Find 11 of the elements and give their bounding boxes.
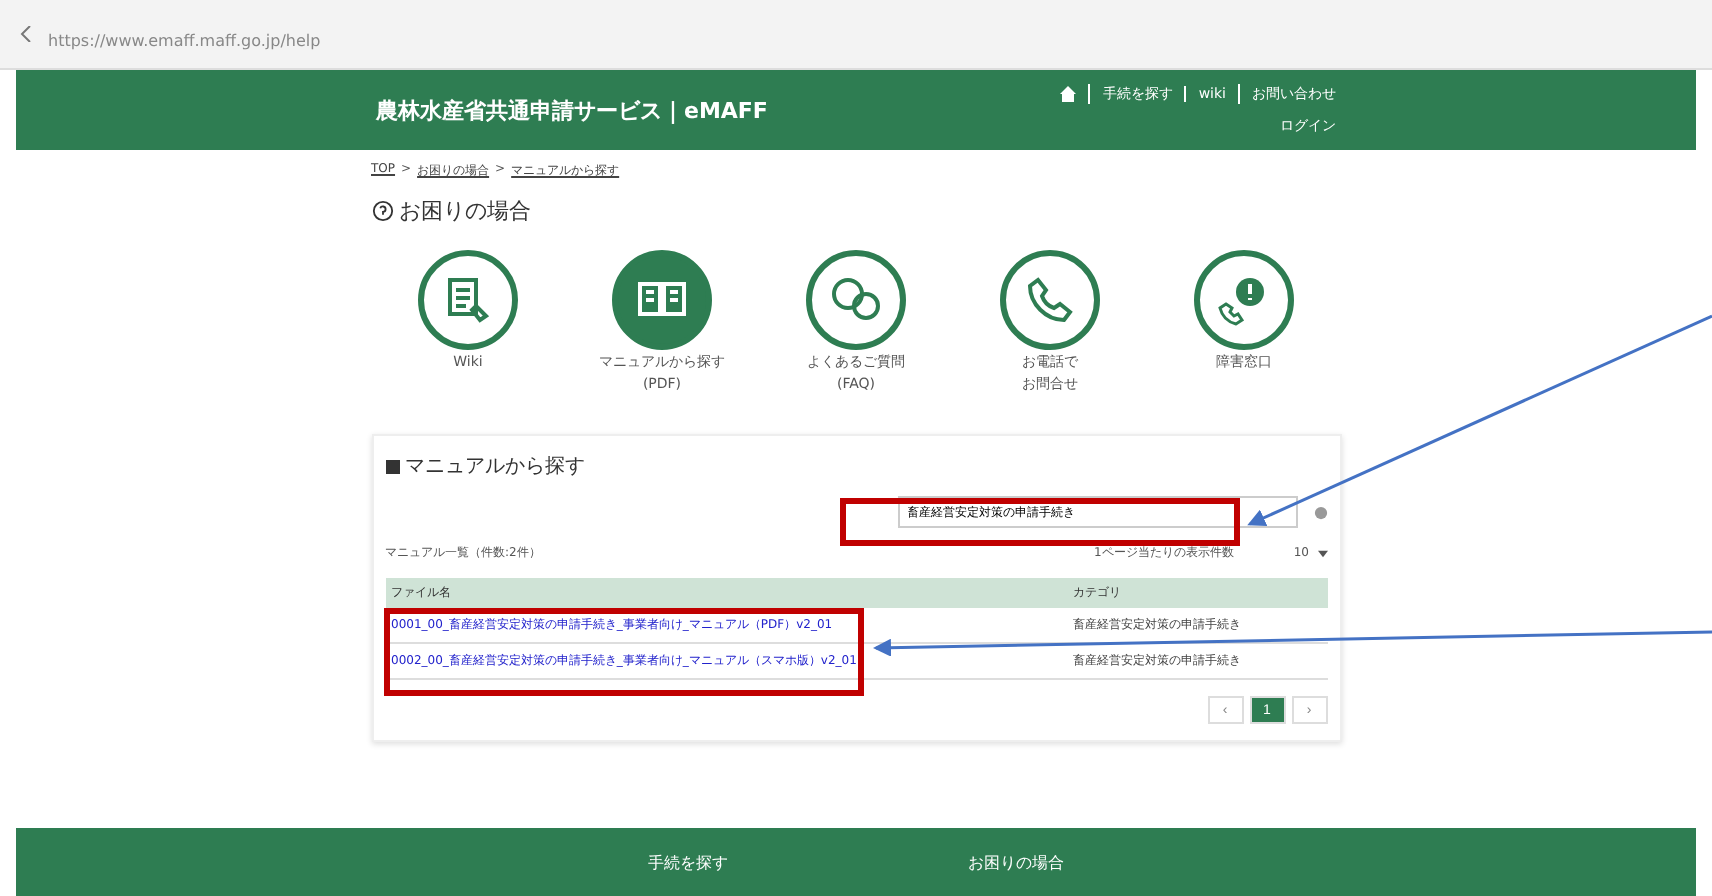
footer-link[interactable]: 手続を探す xyxy=(648,851,728,873)
section-title: マニュアルから探す xyxy=(405,454,585,481)
help-icon xyxy=(371,200,393,222)
caret-icon xyxy=(1317,549,1327,558)
section-bullet-icon xyxy=(385,459,399,474)
home-icon[interactable] xyxy=(1060,86,1077,102)
footer-link[interactable]: お困りの場合 xyxy=(968,851,1064,873)
clear-icon[interactable] xyxy=(1313,505,1327,520)
back-icon[interactable] xyxy=(20,26,32,42)
page-title: お困りの場合 xyxy=(399,196,531,226)
site-title[interactable]: 農林水産省共通申請サービス｜eMAFF xyxy=(376,95,768,125)
